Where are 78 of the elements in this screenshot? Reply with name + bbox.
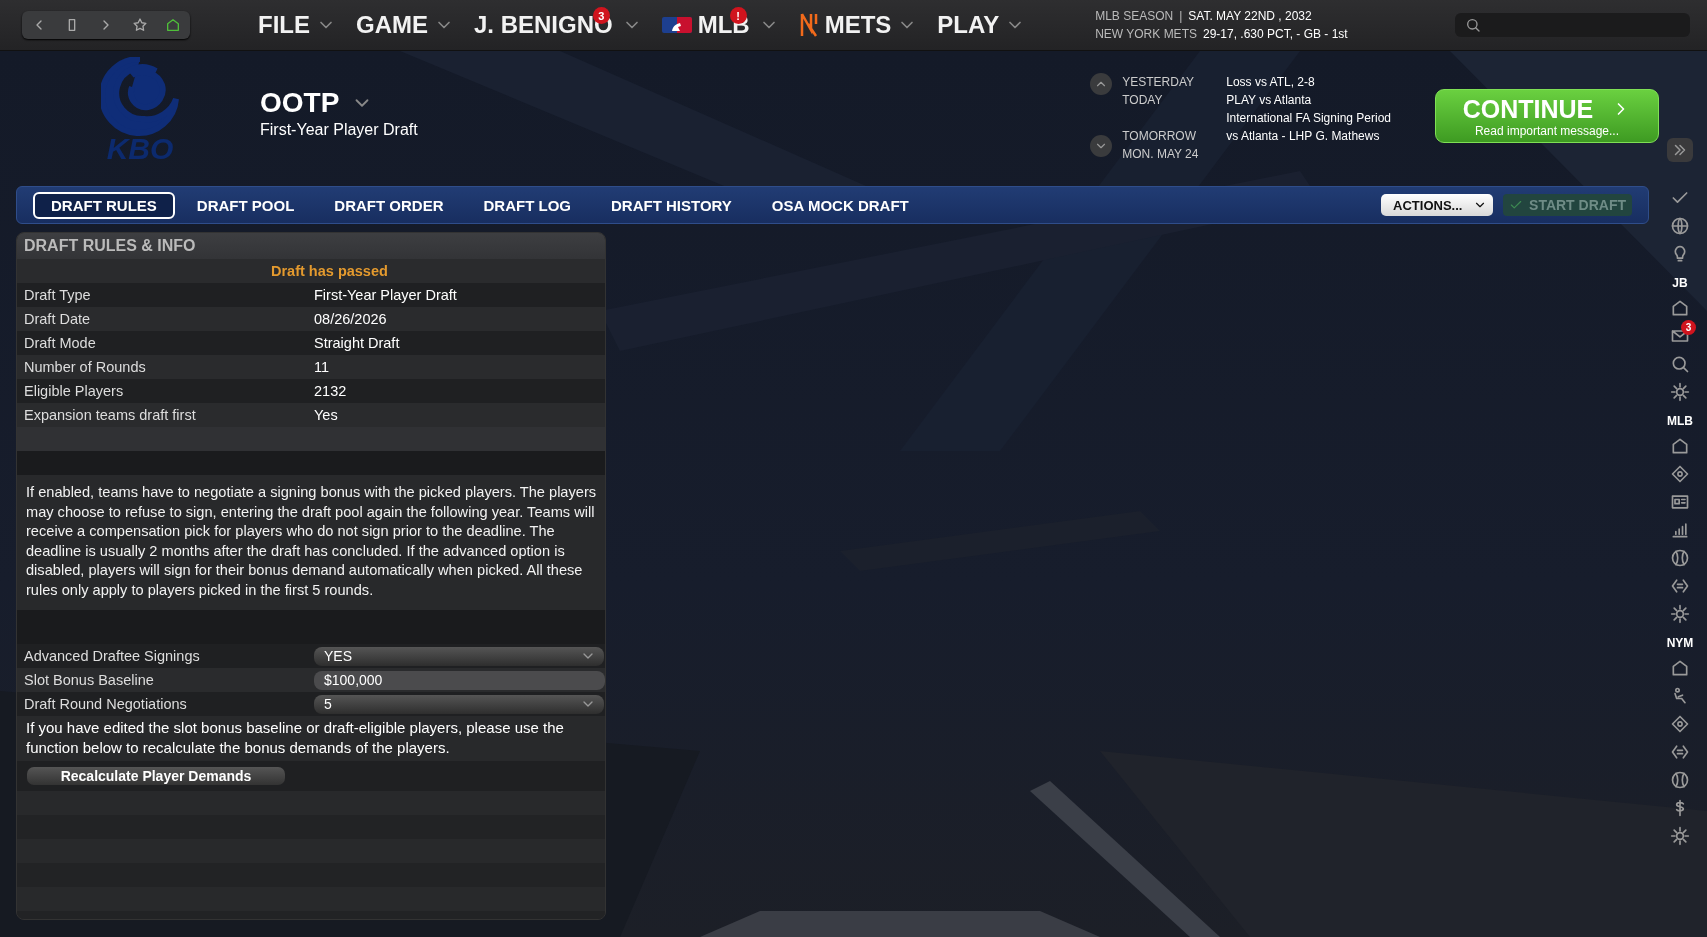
status-label: MLB SEASON bbox=[1095, 9, 1174, 23]
schedule-day: YESTERDAY bbox=[1122, 73, 1227, 91]
separator: | bbox=[1179, 9, 1183, 23]
baseball-icon[interactable] bbox=[1670, 770, 1690, 790]
tab[interactable]: DRAFT LOG bbox=[465, 191, 589, 219]
schedule-day: TODAY bbox=[1122, 91, 1227, 109]
dropdown[interactable]: YES bbox=[314, 646, 604, 666]
row-value: First-Year Player Draft bbox=[314, 287, 457, 303]
panel-title: DRAFT RULES & INFO bbox=[17, 233, 605, 259]
search-field[interactable] bbox=[1455, 13, 1690, 37]
home-icon[interactable] bbox=[1670, 658, 1690, 678]
recalculate-button[interactable]: Recalculate Player Demands bbox=[27, 767, 285, 785]
row-label: Expansion teams draft first bbox=[24, 407, 197, 423]
page-subtitle: First-Year Player Draft bbox=[260, 121, 418, 139]
settings-icon[interactable] bbox=[1670, 604, 1690, 624]
page-title: OOTP bbox=[260, 87, 340, 119]
menu-item[interactable]: GAME bbox=[356, 7, 454, 43]
row-value: Yes bbox=[314, 407, 338, 423]
schedule-event: PLAY vs Atlanta bbox=[1226, 92, 1313, 109]
sidebar-section-label: MLB bbox=[1667, 414, 1693, 428]
row-label: Number of Rounds bbox=[24, 359, 147, 375]
draft-notice: Draft has passed bbox=[270, 263, 388, 279]
tab[interactable]: DRAFT ORDER bbox=[316, 191, 462, 219]
logo-icon bbox=[661, 17, 692, 33]
status-value: SAT. MAY 22ND , 2032 bbox=[1188, 9, 1312, 23]
search-icon bbox=[1465, 17, 1481, 33]
collapse-button[interactable] bbox=[1667, 138, 1693, 162]
diamond-icon[interactable] bbox=[1670, 464, 1690, 484]
logo-text: KBO bbox=[106, 135, 174, 163]
tab[interactable]: DRAFT POOL bbox=[178, 191, 313, 219]
bar-chart-icon[interactable] bbox=[1670, 520, 1690, 540]
tab[interactable]: DRAFT RULES bbox=[33, 191, 175, 219]
row-value: 2132 bbox=[314, 383, 347, 399]
schedule-event: International FA Signing Period bbox=[1226, 110, 1391, 127]
schedule-day: TOMORROW bbox=[1122, 127, 1227, 145]
home-icon[interactable] bbox=[1670, 298, 1690, 318]
schedule-day: MON. MAY 24 bbox=[1122, 145, 1227, 163]
rules-description: If enabled, teams have to negotiate a signing bonus with the picked players. The players may choose to refuse to sign, entering the draft pool again the following year. Teams will receive a compensation pick for players who do not sign prior to the deadline. The deadline is usually 2 months after the draft has concluded. If the advanced option is disabled, players will sign for their bonus demand automatically when picked. All these rules only apply to players picked in the first 5 rounds. bbox=[17, 475, 605, 610]
brackets-icon[interactable] bbox=[1670, 742, 1690, 762]
row-label: Draft Type bbox=[24, 287, 92, 303]
row-value: 08/26/2026 bbox=[314, 311, 387, 327]
schedule-event: vs Atlanta - LHP G. Mathews bbox=[1226, 128, 1381, 145]
search-icon[interactable] bbox=[1670, 354, 1690, 374]
swirl-logo-icon bbox=[101, 57, 179, 139]
menu-item[interactable]: METS bbox=[798, 7, 918, 43]
brackets-icon[interactable] bbox=[1670, 576, 1690, 596]
setting-label: Draft Round Negotiations bbox=[24, 696, 188, 712]
schedule-event: Loss vs ATL, 2-8 bbox=[1226, 74, 1316, 91]
id-card-icon[interactable] bbox=[1670, 492, 1690, 512]
dropdown[interactable]: 5 bbox=[314, 694, 604, 714]
row-label: Eligible Players bbox=[24, 383, 125, 399]
star-icon[interactable] bbox=[131, 17, 148, 33]
setting-label: Slot Bonus Baseline bbox=[24, 672, 155, 688]
monogram-icon bbox=[798, 12, 819, 38]
status-label: NEW YORK METS bbox=[1095, 27, 1197, 41]
settings-icon[interactable] bbox=[1670, 382, 1690, 402]
input-field[interactable]: $100,000 bbox=[314, 670, 605, 690]
menu-item[interactable]: FILE bbox=[258, 7, 336, 43]
row-value: 11 bbox=[314, 359, 330, 375]
actions-dropdown[interactable]: ACTIONS... bbox=[1381, 194, 1494, 216]
row-label: Draft Date bbox=[24, 311, 92, 327]
sidebar-section-label: NYM bbox=[1666, 636, 1694, 650]
recalculate-note: If you have edited the slot bonus baseline or draft-eligible players, please use the function below to recalculate the bonus demands of the players. bbox=[17, 716, 605, 761]
home-icon[interactable] bbox=[165, 17, 182, 33]
globe-icon[interactable] bbox=[1670, 216, 1690, 236]
row-value: Straight Draft bbox=[314, 335, 400, 351]
home-icon[interactable] bbox=[1670, 436, 1690, 456]
sidebar-section-label: JB bbox=[1672, 276, 1688, 290]
status-value: 29-17, .630 PCT, - GB - 1st bbox=[1202, 27, 1348, 41]
tab[interactable]: DRAFT HISTORY bbox=[593, 191, 750, 219]
tab[interactable]: OSA MOCK DRAFT bbox=[753, 191, 927, 219]
menu-item[interactable]: PLAY bbox=[937, 7, 1026, 43]
setting-label: Advanced Draftee Signings bbox=[24, 648, 201, 664]
settings-icon[interactable] bbox=[1670, 826, 1690, 846]
row-label: Draft Mode bbox=[24, 335, 97, 351]
diamond-icon[interactable] bbox=[1670, 714, 1690, 734]
baseball-icon[interactable] bbox=[1670, 548, 1690, 568]
checkmark-icon bbox=[1509, 198, 1524, 212]
